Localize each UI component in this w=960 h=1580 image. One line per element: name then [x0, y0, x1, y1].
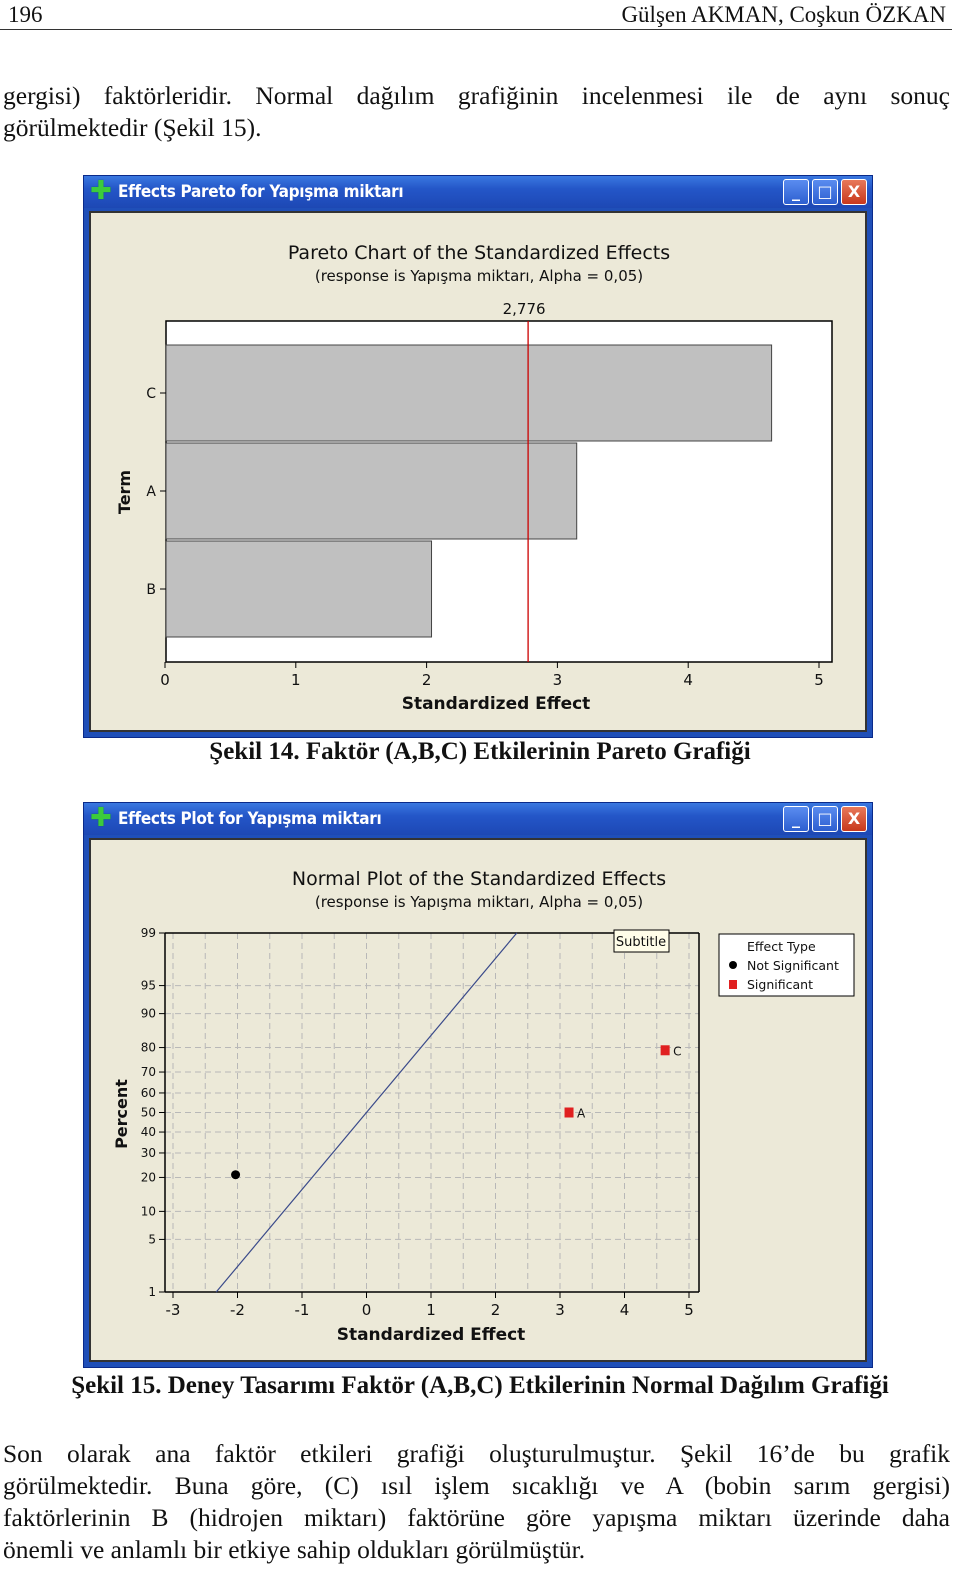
- y-tick-label: 90: [141, 1007, 156, 1021]
- subtitle-box-text: Subtitle: [616, 935, 666, 950]
- y-tick-label: 99: [141, 926, 156, 940]
- chart-subtitle: (response is Yapışma miktarı, Alpha = 0,…: [315, 893, 643, 911]
- y-tick-label: 95: [141, 979, 156, 993]
- data-point-label: A: [577, 1107, 586, 1121]
- x-tick-label: 2: [422, 671, 432, 689]
- y-tick-label: 30: [141, 1146, 156, 1160]
- text-line: gergisi) faktörleridir. Normal dağılım g…: [3, 81, 950, 110]
- running-header-authors: Gülşen AKMAN, Coşkun ÖZKAN: [621, 2, 946, 27]
- x-tick-label: 0: [160, 671, 170, 689]
- effects-plot-window: ✚ Effects Plot for Yapışma miktarı _ □ X…: [83, 802, 873, 1368]
- data-point: [231, 1170, 241, 1180]
- x-tick-label: 3: [555, 1301, 565, 1319]
- bar-a: [165, 442, 578, 540]
- figure-15-caption: Şekil 15. Deney Tasarımı Faktör (A,B,C) …: [71, 1372, 889, 1399]
- x-tick-label: 5: [684, 1301, 694, 1319]
- data-point-label: C: [673, 1044, 681, 1058]
- y-tick-label: 40: [141, 1125, 156, 1139]
- legend: Effect Type Not Significant Significant: [718, 933, 855, 997]
- x-tick-label: 4: [620, 1301, 630, 1319]
- x-tick-label: -1: [295, 1301, 310, 1319]
- y-axis-label: Term: [115, 470, 134, 514]
- data-point-a: [564, 1107, 574, 1118]
- header-rule: [0, 29, 952, 30]
- y-tick-label: 80: [141, 1041, 156, 1055]
- chart-title: Normal Plot of the Standardized Effects: [292, 868, 666, 890]
- bar-b: [165, 540, 433, 638]
- text-line: Son olarak ana faktör etkileri grafiği o…: [3, 1439, 950, 1468]
- x-axis-label: Standardized Effect: [402, 694, 591, 714]
- legend-title: Effect Type: [747, 939, 816, 954]
- y-tick-label: 1: [148, 1285, 156, 1299]
- data-point-c: [660, 1045, 670, 1056]
- text-line: önemli ve anlamlı bir etkiye sahip olduk…: [3, 1535, 586, 1564]
- legend-entry-label: Not Significant: [747, 958, 839, 973]
- x-tick-label: 1: [291, 671, 301, 689]
- x-axis-label: Standardized Effect: [337, 1325, 526, 1345]
- y-tick-label: C: [146, 386, 156, 402]
- y-axis-label: Percent: [112, 1079, 131, 1149]
- document-page: 196 Gülşen AKMAN, Coşkun ÖZKAN gergisi) …: [0, 0, 960, 1580]
- x-tick-label: 2: [491, 1301, 501, 1319]
- y-tick-label: A: [146, 484, 156, 500]
- y-tick-label: 70: [141, 1065, 156, 1079]
- bar-c: [165, 344, 773, 442]
- x-tick-label: 0: [362, 1301, 372, 1319]
- pareto-chart: Pareto Chart of the Standardized Effects…: [115, 242, 833, 714]
- reference-line-label: 2,776: [503, 300, 546, 318]
- figure-14-caption: Şekil 14. Faktör (A,B,C) Etkilerinin Par…: [209, 738, 751, 765]
- legend-circle-marker: [729, 961, 737, 969]
- text-line: faktörlerinin B (hidrojen miktarı) faktö…: [3, 1503, 950, 1532]
- x-tick-label: 5: [814, 671, 824, 689]
- x-tick-label: 1: [426, 1301, 436, 1319]
- x-tick-label: 4: [683, 671, 693, 689]
- intro-paragraph: gergisi) faktörleridir. Normal dağılım g…: [3, 80, 950, 144]
- text-line: görülmektedir. Buna göre, (C) ısıl işlem…: [3, 1471, 950, 1500]
- page-number: 196: [8, 2, 43, 27]
- y-tick-label: B: [146, 582, 156, 598]
- closing-paragraph: Son olarak ana faktör etkileri grafiği o…: [3, 1438, 950, 1566]
- text-line: görülmektedir (Şekil 15).: [3, 113, 262, 142]
- x-tick-label: -3: [166, 1301, 181, 1319]
- y-tick-label: 10: [141, 1204, 156, 1218]
- y-tick-label: 50: [141, 1106, 156, 1120]
- y-tick-label: 5: [148, 1232, 156, 1246]
- y-tick-label: 60: [141, 1086, 156, 1100]
- chart-title: Pareto Chart of the Standardized Effects: [288, 242, 670, 264]
- y-tick-label: 20: [141, 1170, 156, 1184]
- normal-plot-chart: Normal Plot of the Standardized Effects …: [112, 868, 855, 1345]
- legend-entry-label: Significant: [747, 977, 813, 992]
- x-tick-label: -2: [230, 1301, 245, 1319]
- legend-square-marker: [729, 980, 737, 989]
- chart-subtitle: (response is Yapışma miktarı, Alpha = 0,…: [315, 267, 643, 285]
- x-tick-label: 3: [553, 671, 563, 689]
- pareto-window: ✚ Effects Pareto for Yapışma miktarı _ □…: [83, 175, 873, 738]
